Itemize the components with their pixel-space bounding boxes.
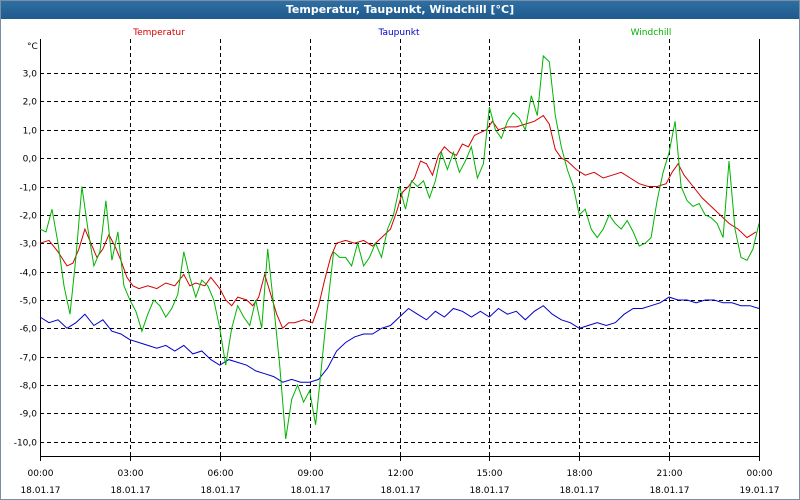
series-line-temperatur: [39, 114, 757, 330]
legend-item-temperatur: Temperatur: [132, 28, 185, 38]
x-tick-date: 18.01.17: [110, 486, 150, 496]
x-tick-time: 21:00: [657, 469, 683, 479]
x-tick-time: 00:00: [28, 469, 54, 479]
legend-item-windchill: Windchill: [631, 28, 672, 38]
grid: [40, 39, 759, 456]
x-tick-date: 18.01.17: [649, 486, 689, 496]
x-tick-time: 15:00: [477, 469, 503, 479]
legend-item-taupunkt: Taupunkt: [377, 28, 420, 38]
y-tick-label: 1,0: [23, 127, 38, 137]
x-tick-time: 03:00: [118, 469, 144, 479]
x-tick-time: 18:00: [567, 469, 593, 479]
y-tick-label: -6,0: [19, 325, 37, 335]
y-tick-label: 2,0: [23, 98, 38, 108]
y-tick-label: -2,0: [19, 212, 37, 222]
x-tick-time: 09:00: [298, 469, 324, 479]
y-tick-label: -7,0: [19, 354, 37, 364]
x-tick-date: 18.01.17: [200, 486, 240, 496]
y-axis-unit: °C: [27, 42, 38, 52]
x-tick-date: 18.01.17: [290, 486, 330, 496]
series-line-windchill: [39, 54, 760, 440]
x-tick-time: 06:00: [208, 469, 234, 479]
x-tick-date: 18.01.17: [469, 486, 509, 496]
legend: Temperatur Taupunkt Windchill: [132, 28, 671, 38]
y-tick-label: -1,0: [19, 184, 37, 194]
y-tick-label: -8,0: [19, 382, 37, 392]
x-tick-date: 18.01.17: [559, 486, 599, 496]
y-tick-label: 3,0: [23, 70, 38, 80]
y-tick-label: -3,0: [19, 240, 37, 250]
y-tick-label: 0,0: [23, 155, 38, 165]
x-tick-time: 00:00: [747, 469, 773, 479]
x-tick-date: 19.01.17: [739, 486, 779, 496]
axes: [40, 39, 760, 461]
tick-labels: 3,0 2,0 1,0 0,0 -1,0 -2,0 -3,0 -4,0 -5,0 -6,0 -7,0…: [14, 42, 780, 496]
x-tick-time: 12:00: [388, 469, 414, 479]
y-tick-label: -4,0: [19, 269, 37, 279]
series-lines: [39, 54, 760, 440]
y-tick-label: -5,0: [19, 297, 37, 307]
x-tick-date: 18.01.17: [20, 486, 60, 496]
y-tick-label: -9,0: [19, 410, 37, 420]
series-line-taupunkt: [39, 296, 760, 383]
x-tick-date: 18.01.17: [380, 486, 420, 496]
line-chart: 3,0 2,0 1,0 0,0 -1,0 -2,0 -3,0 -4,0 -5,0 -6,0 -7,0…: [14, 28, 780, 496]
chart-window: Temperatur, Taupunkt, Windchill [°C] 3,0…: [0, 0, 800, 500]
y-tick-label: -10,0: [14, 439, 38, 449]
